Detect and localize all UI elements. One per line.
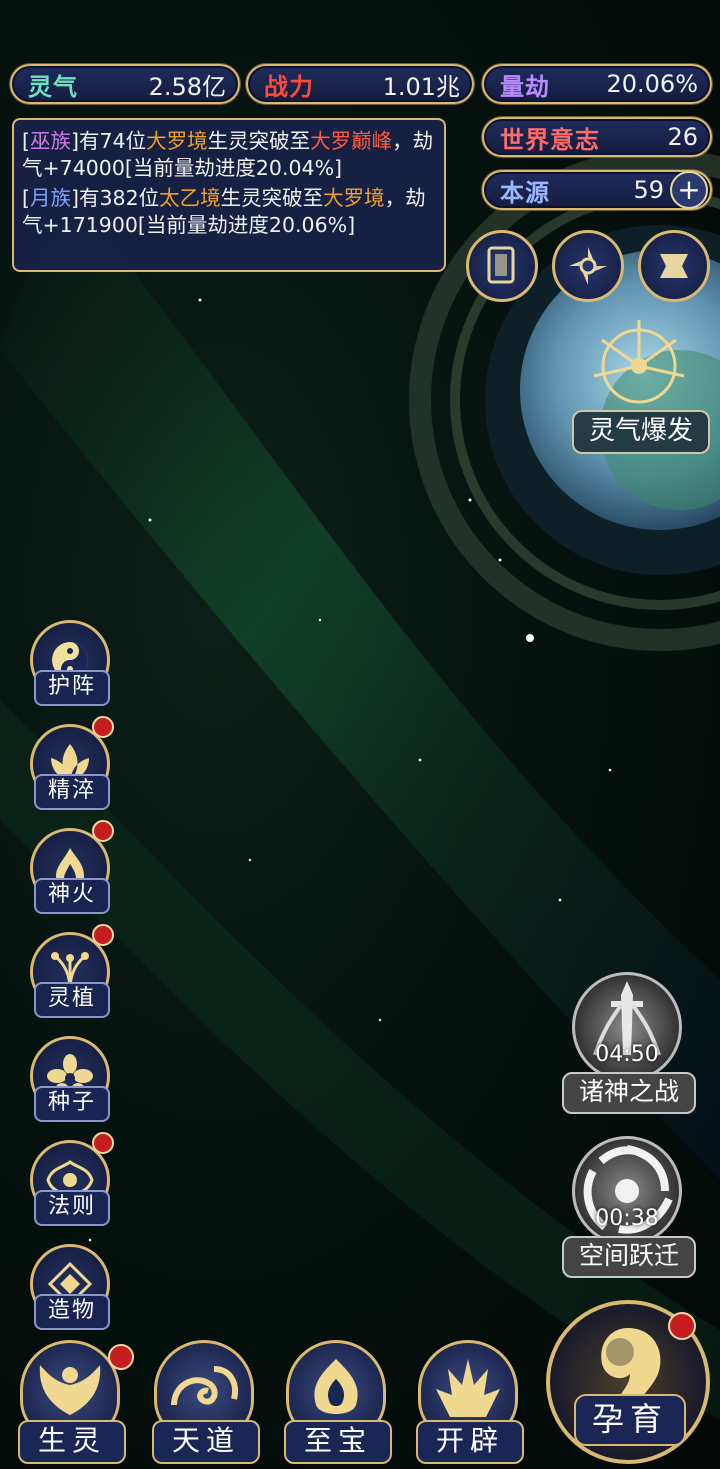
nav-zhibao[interactable]: 至宝	[278, 1340, 394, 1466]
nav-kaipi[interactable]: 开辟	[410, 1340, 526, 1466]
event-label: 诸神之战	[562, 1072, 696, 1114]
side-btn-huzhen[interactable]: 护阵	[26, 620, 116, 710]
lingqi-label: 灵气	[28, 72, 78, 101]
log-realm: 大罗境	[146, 129, 208, 153]
scroll-icon	[660, 254, 688, 278]
log-realm: 太乙境	[159, 186, 221, 210]
nurture-label: 孕育	[574, 1394, 686, 1446]
side-btn-lingzhi[interactable]: 灵植	[26, 924, 116, 1022]
log-text: 生灵突破至	[207, 129, 311, 153]
log-text: ]有382位	[71, 186, 160, 210]
shuriken-button[interactable]	[552, 230, 624, 302]
side-btn-zaowu[interactable]: 造物	[26, 1244, 116, 1334]
log-text: ]有74位	[71, 129, 147, 153]
card-icon	[487, 246, 515, 284]
side-btn-label: 神火	[34, 878, 110, 914]
side-btn-jingcui[interactable]: 精淬	[26, 716, 116, 814]
event-timer: 04:50	[595, 1042, 659, 1067]
nav-label: 至宝	[284, 1420, 392, 1464]
axe-icon	[436, 1359, 500, 1417]
spirit-burst-button[interactable]: 灵气爆发	[572, 410, 710, 454]
zhanli-value: 1.01兆	[382, 72, 460, 101]
nurture-button[interactable]: 孕育	[546, 1300, 710, 1464]
side-btn-faze[interactable]: 法则	[26, 1132, 116, 1230]
phoenix-icon	[39, 1365, 101, 1415]
origin-value-wrap: 59 +	[633, 171, 708, 209]
world-will-stat[interactable]: 世界意志 26	[482, 117, 712, 157]
origin-plus-button[interactable]: +	[670, 171, 708, 209]
liangjie-value: 20.06%	[606, 70, 698, 98]
side-btn-label: 法则	[34, 1190, 110, 1226]
card-button[interactable]	[466, 230, 538, 302]
nav-label: 生灵	[18, 1420, 126, 1464]
log-target-realm: 大罗境	[323, 186, 385, 210]
event-log: [巫族]有74位大罗境生灵突破至大罗巅峰，劫气+74000[当前量劫进度20.0…	[12, 118, 446, 272]
side-btn-shenhuo[interactable]: 神火	[26, 820, 116, 918]
world-will-label: 世界意志	[500, 125, 600, 154]
side-btn-label: 护阵	[34, 670, 110, 706]
lingqi-stat[interactable]: 灵气 2.58亿	[10, 64, 240, 104]
log-entry-2: [月族]有382位太乙境生灵突破至大罗境，劫气+171900[当前量劫进度20.…	[22, 185, 436, 239]
scroll-button[interactable]	[638, 230, 710, 302]
event-gods-war[interactable]: 04:50 诸神之战	[562, 972, 696, 1114]
shuriken-icon	[569, 247, 607, 285]
nav-label: 开辟	[416, 1420, 524, 1464]
notification-badge	[92, 924, 114, 946]
cloud-swirl-icon	[171, 1366, 238, 1406]
side-btn-label: 造物	[34, 1294, 110, 1330]
notification-badge	[92, 1132, 114, 1154]
log-bracket: [	[22, 129, 30, 153]
nav-tiandao[interactable]: 天道	[146, 1340, 262, 1466]
notification-badge	[108, 1344, 134, 1370]
nav-shengling[interactable]: 生灵	[12, 1340, 134, 1466]
burst-emblem-icon	[593, 320, 685, 404]
log-bracket: [	[22, 186, 30, 210]
origin-value: 59	[633, 176, 664, 204]
liangjie-label: 量劫	[500, 72, 550, 101]
world-will-value: 26	[667, 123, 698, 151]
lingqi-value: 2.58亿	[148, 72, 226, 101]
side-btn-label: 精淬	[34, 774, 110, 810]
treasure-flame-icon	[314, 1359, 358, 1414]
side-btn-label: 灵植	[34, 982, 110, 1018]
event-space-jump[interactable]: 00:38 空间跃迁	[562, 1136, 696, 1278]
side-btn-label: 种子	[34, 1086, 110, 1122]
notification-badge	[668, 1312, 696, 1340]
log-clan-yue: 月族	[30, 186, 71, 210]
notification-badge	[92, 716, 114, 738]
log-text: 生灵突破至	[220, 186, 324, 210]
log-target-realm: 大罗巅峰	[310, 129, 393, 153]
origin-stat[interactable]: 本源 59 +	[482, 170, 712, 210]
event-label: 空间跃迁	[562, 1236, 696, 1278]
log-entry-1: [巫族]有74位大罗境生灵突破至大罗巅峰，劫气+74000[当前量劫进度20.0…	[22, 128, 436, 182]
side-btn-zhongzi[interactable]: 种子	[26, 1036, 116, 1126]
notification-badge	[92, 820, 114, 842]
zhanli-stat[interactable]: 战力 1.01兆	[246, 64, 474, 104]
zhanli-label: 战力	[264, 72, 314, 101]
origin-label: 本源	[500, 178, 550, 207]
nav-label: 天道	[152, 1420, 260, 1464]
liangjie-stat[interactable]: 量劫 20.06%	[482, 64, 712, 104]
log-clan-wu: 巫族	[30, 129, 71, 153]
event-timer: 00:38	[595, 1206, 659, 1231]
